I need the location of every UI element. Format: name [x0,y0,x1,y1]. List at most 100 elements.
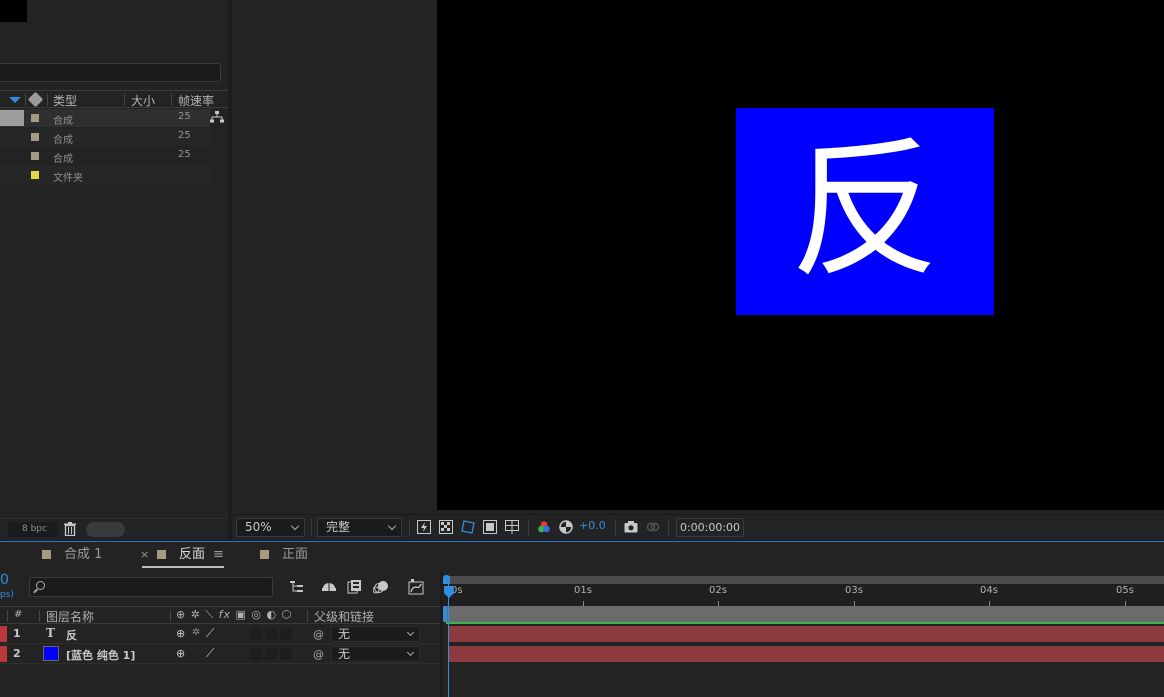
column-fps[interactable]: 帧速率 [178,92,214,109]
collapse-switch-icon[interactable]: ✲ [192,627,200,638]
navigator-start-handle[interactable] [443,575,450,584]
text-layer-icon: T [46,626,55,640]
layer-row[interactable]: 1 T 反 ⊕ ✲ ⟋ @ 无 [0,625,440,644]
layer-name[interactable]: [蓝色 纯色 1] [66,647,135,663]
sort-arrow-icon[interactable] [9,97,21,103]
active-tab-indicator [142,566,224,568]
switch-cell[interactable] [280,648,292,660]
layer-label-color[interactable] [0,646,7,662]
timeline-layer-panel: 0 ps) # 图层名称 ⊕ ✲ ⟍ fx ▣ ◎ ◐ ⬡ 父级和链接 1 T … [0,570,440,697]
frame-blending-icon[interactable] [347,579,363,595]
project-column-header: 类型 大小 帧速率 [0,90,228,108]
show-snapshot-icon[interactable] [646,520,660,534]
region-of-interest-icon[interactable] [483,520,497,534]
zoom-select[interactable]: 50% [236,518,305,537]
shy-switch-icon[interactable]: ⊕ [176,627,185,640]
switch-cell[interactable] [250,628,262,640]
color-channels-icon[interactable] [537,520,551,534]
close-icon[interactable]: × [140,548,149,561]
transparency-grid-icon[interactable] [439,520,453,534]
toolbar-divider [528,519,529,536]
work-area-bar[interactable] [443,606,1164,622]
exposure-reset-icon[interactable] [559,520,573,534]
tab-label: 正面 [282,547,309,562]
switches-header-icons[interactable]: ⊕ ✲ ⟍ fx ▣ ◎ ◐ ⬡ [176,608,292,622]
project-scrollbar[interactable] [86,522,125,537]
work-area-start-handle[interactable] [443,606,447,622]
menu-icon[interactable]: ≡ [213,547,224,562]
tab-comp-1[interactable]: 合成 1 [42,542,122,568]
project-search-input[interactable] [0,63,221,82]
camera-snapshot-icon[interactable] [624,520,638,534]
layer-row[interactable]: 2 [蓝色 纯色 1] ⊕ ⟋ @ 无 [0,645,440,664]
switch-cell[interactable] [265,628,277,640]
label-color-swatch[interactable] [31,171,39,179]
label-color-swatch [260,550,269,559]
project-item[interactable]: 合成 25 [0,128,210,146]
motion-blur-icon[interactable] [373,579,389,595]
switch-cell[interactable] [265,648,277,660]
item-type: 合成 [53,135,73,146]
column-size[interactable]: 大小 [131,92,155,109]
tab-front[interactable]: 正面 [260,542,330,568]
flowchart-icon[interactable] [210,111,224,124]
toolbar-divider [668,519,669,536]
quality-switch-icon[interactable]: ⟋ [206,626,214,641]
shy-layers-icon[interactable] [321,579,337,595]
layer-duration-bar[interactable] [449,646,1164,662]
mask-visibility-icon[interactable] [461,520,475,534]
label-color-swatch [157,550,166,559]
timeline-current-time[interactable]: 0 [0,572,9,588]
playhead-line[interactable] [448,584,449,697]
column-divider [171,93,172,106]
render-cache-indicator [446,622,1164,624]
quality-switch-icon[interactable]: ⟋ [206,646,214,661]
layer-search-input[interactable] [29,577,273,597]
fast-preview-icon[interactable] [417,520,431,534]
column-parent[interactable]: 父级和链接 [314,608,374,625]
pick-whip-icon[interactable]: @ [313,648,324,661]
chevron-down-icon [290,521,300,531]
column-type[interactable]: 类型 [53,92,77,109]
text-layer-glyph[interactable]: 反 [736,108,994,315]
label-color-swatch[interactable] [31,114,39,122]
toolbar-divider [615,519,616,536]
column-layer-name[interactable]: 图层名称 [46,608,94,625]
time-ruler[interactable]: 0s 01s 02s 03s 04s 05s [443,584,1164,606]
parent-select[interactable]: 无 [331,646,420,662]
graph-editor-icon[interactable] [408,579,424,595]
zoom-value: 50% [245,520,272,534]
switch-cell[interactable] [280,628,292,640]
blue-solid-layer[interactable]: 反 [736,108,994,315]
project-item[interactable]: 文件夹 [0,166,210,184]
item-type: 合成 [53,116,73,127]
time-navigator-bar[interactable] [446,576,1164,584]
layer-duration-bar[interactable] [449,626,1164,642]
exposure-value[interactable]: +0.0 [579,519,606,532]
switch-cell[interactable] [250,648,262,660]
resolution-select[interactable]: 完整 [317,518,402,537]
layer-label-color[interactable] [0,626,7,642]
project-item[interactable]: 合成 25 [0,147,210,165]
composition-canvas[interactable]: 反 [437,0,1164,510]
layer-name[interactable]: 反 [66,627,77,643]
layer-number: 1 [13,627,21,640]
bit-depth-button[interactable]: 8 bpc [8,522,58,537]
parent-value: 无 [338,647,351,661]
label-color-swatch[interactable] [31,133,39,141]
label-tag-icon[interactable] [27,91,44,108]
grid-guides-icon[interactable] [505,520,519,534]
label-color-swatch [42,550,51,559]
column-number[interactable]: # [14,609,22,620]
parent-select[interactable]: 无 [331,626,420,642]
composition-flowchart-icon[interactable] [289,579,305,595]
current-time-display[interactable]: 0:00:00:00 [676,518,744,537]
project-item[interactable]: 合成 25 [0,109,210,127]
shy-switch-icon[interactable]: ⊕ [176,647,185,660]
tab-label: 反面 [179,547,206,562]
pick-whip-icon[interactable]: @ [313,628,324,641]
label-color-swatch[interactable] [31,152,39,160]
ruler-tick-label: 01s [574,585,592,596]
chevron-down-icon [406,648,415,657]
trash-icon[interactable] [64,522,76,536]
